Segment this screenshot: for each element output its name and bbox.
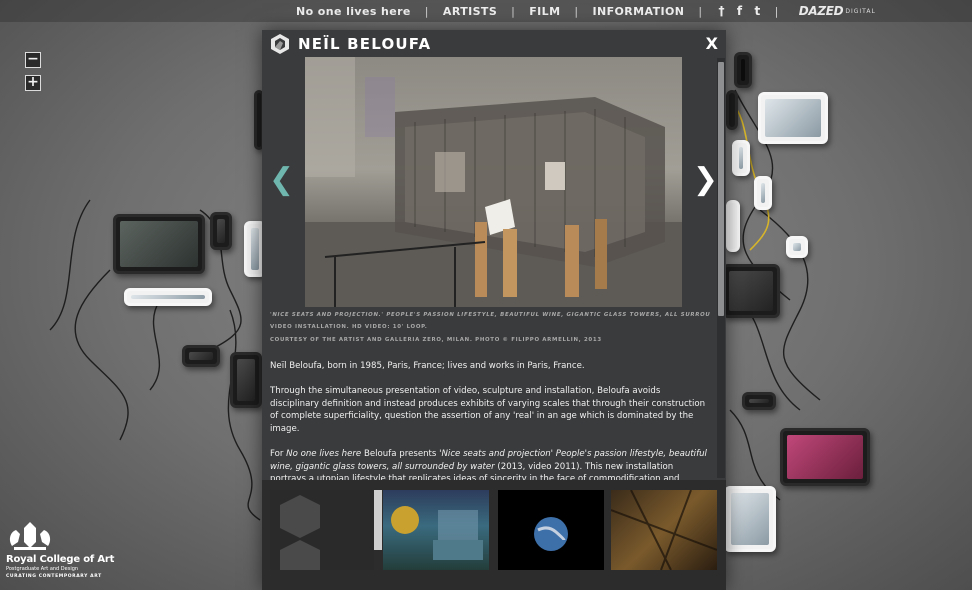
background-phone	[742, 392, 776, 410]
artist-paragraph-1: Through the simultaneous presentation of…	[270, 386, 706, 434]
rca-programme: CURATING CONTEMPORARY ART	[6, 574, 102, 579]
nav-artists[interactable]: ARTISTS	[443, 5, 497, 18]
facebook-icon[interactable]: f	[737, 4, 743, 18]
hexagon-placeholder-icon	[280, 495, 320, 570]
artwork-caption-medium: VIDEO INSTALLATION. HD VIDEO: 10' LOOP.	[270, 324, 428, 330]
background-phone	[230, 352, 262, 408]
zoom-in-button[interactable]: +	[25, 75, 41, 91]
background-tablet	[780, 428, 870, 486]
nav-home[interactable]: No one lives here	[296, 5, 411, 18]
background-charger	[786, 236, 808, 258]
tumblr-icon[interactable]: t	[754, 4, 760, 18]
rca-name: Royal College of Art	[6, 554, 115, 565]
next-image-arrow-icon[interactable]: ❯	[693, 162, 718, 197]
rca-subtitle: Postgraduate Art and Design	[6, 566, 79, 572]
previous-image-arrow-icon[interactable]: ❮	[269, 162, 294, 197]
nav-information[interactable]: INFORMATION	[593, 5, 685, 18]
nav-separator: |	[424, 4, 429, 18]
dazed-logo[interactable]: DAZED	[799, 4, 844, 18]
background-phone	[726, 90, 738, 130]
nav-separator: |	[698, 4, 703, 18]
modal-header: NEÏL BELOUFA X	[262, 30, 726, 58]
artist-paragraph-2: For No one lives here Beloufa presents '…	[270, 449, 707, 482]
background-phone	[182, 345, 220, 367]
artwork-caption-credit: COURTESY OF THE ARTIST AND GALLERIA ZERO…	[270, 337, 602, 343]
dazed-digital-label: DIGITAL	[845, 7, 876, 15]
installation-illustration	[305, 57, 682, 307]
thumbnail-placeholder[interactable]	[270, 490, 374, 570]
background-phone	[734, 52, 752, 88]
background-tablet	[724, 486, 776, 552]
thumbnail-scrollbar[interactable]	[374, 490, 382, 550]
nav-film[interactable]: FILM	[529, 5, 560, 18]
artwork-caption-title: 'NICE SEATS AND PROJECTION.' PEOPLE'S PA…	[270, 312, 710, 318]
top-navigation: No one lives here | ARTISTS | FILM | INF…	[0, 0, 972, 22]
modal-title: NEÏL BELOUFA	[298, 35, 432, 53]
thumbnail-city-poster[interactable]	[383, 490, 489, 570]
close-button[interactable]: X	[706, 34, 718, 53]
royal-crest-icon	[9, 522, 51, 550]
background-phone	[732, 140, 750, 176]
hexagon-logo-icon	[271, 34, 289, 54]
thumbnail-strip	[262, 480, 726, 590]
background-phone	[754, 176, 772, 210]
nav-separator: |	[774, 4, 779, 18]
thumbnail-earth-from-space[interactable]	[498, 490, 604, 570]
nav-separator: |	[511, 4, 516, 18]
artwork-photo	[305, 57, 682, 307]
rca-logo[interactable]: Royal College of Art Postgraduate Art an…	[6, 520, 146, 579]
zoom-out-button[interactable]: −	[25, 52, 41, 68]
social-links: † f t	[718, 4, 760, 18]
artist-bio: Neïl Beloufa, born in 1985, Paris, Franc…	[270, 361, 585, 371]
artist-description: Neïl Beloufa, born in 1985, Paris, Franc…	[270, 360, 710, 482]
background-tablet-edge	[726, 200, 740, 252]
foursquare-icon[interactable]: †	[718, 4, 724, 18]
background-tablet	[758, 92, 828, 144]
background-tablet	[113, 214, 205, 274]
background-tablet	[722, 264, 780, 318]
background-phone	[210, 212, 232, 250]
thumbnail-interior[interactable]	[611, 490, 717, 570]
modal-scrollbar-thumb[interactable]	[718, 62, 724, 316]
background-power-strip	[124, 288, 212, 306]
nav-separator: |	[574, 4, 579, 18]
